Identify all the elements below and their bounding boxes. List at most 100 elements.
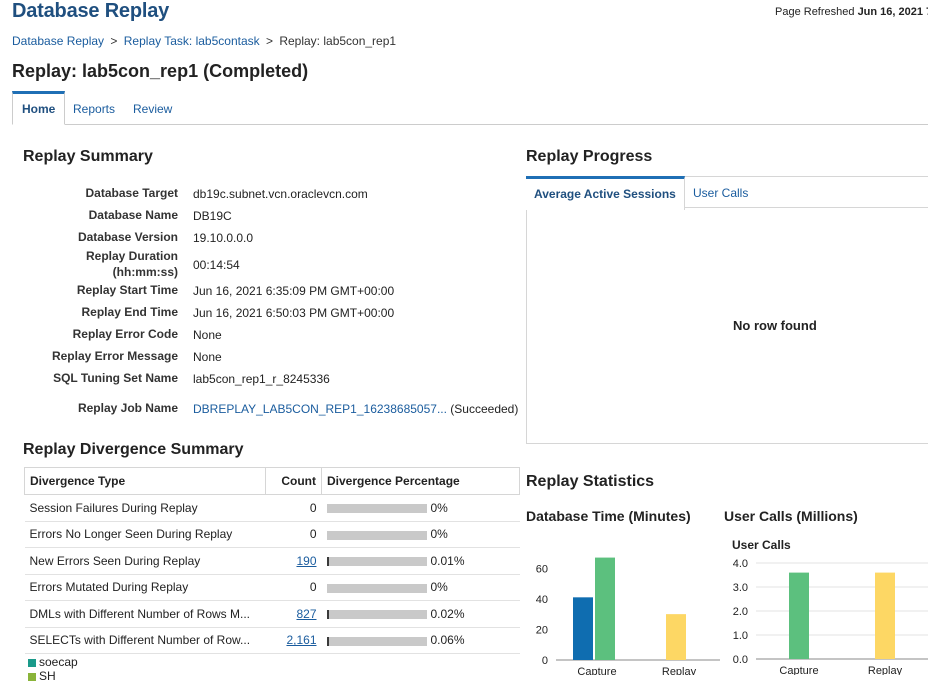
- database-time-chart-title: Database Time (Minutes): [526, 508, 691, 524]
- summary-label-replay-start-time: Replay Start Time: [76, 283, 178, 297]
- col-header-count[interactable]: Count: [265, 467, 322, 495]
- y-tick-label: 4.0: [733, 558, 748, 570]
- col-header-divergence-percentage[interactable]: Divergence Percentage: [321, 467, 520, 495]
- breadcrumb-current: Replay: lab5con_rep1: [279, 34, 397, 48]
- summary-label-replay-duration-unit: (hh:mm:ss): [112, 265, 178, 279]
- table-row: SELECTs with Different Number of Row... 2…: [24, 627, 520, 654]
- table-row: Errors Mutated During Replay 0 0%: [24, 574, 520, 601]
- progress-tab-divider: [684, 207, 928, 208]
- summary-label-replay-end-time: Replay End Time: [81, 305, 178, 319]
- main-tabs: Home Reports Review: [12, 91, 928, 125]
- page-refreshed-label: Page Refreshed: [775, 6, 855, 18]
- count-cell: 190: [265, 547, 322, 575]
- legend-swatch: [28, 658, 36, 667]
- replay-error-message-value: None: [193, 350, 222, 364]
- divergence-type-cell: SELECTs with Different Number of Row...: [24, 627, 266, 654]
- legend-item-sh: SH: [28, 669, 78, 683]
- replay-duration-value: 00:14:54: [193, 258, 240, 272]
- legend-label: SH: [39, 669, 56, 683]
- y-tick-label: 2.0: [733, 606, 748, 618]
- table-row: Errors No Longer Seen During Replay 0 0%: [24, 521, 520, 548]
- divergence-type-cell: Errors No Longer Seen During Replay: [24, 521, 266, 548]
- app-title: Database Replay: [12, 0, 170, 22]
- breadcrumb-separator: >: [265, 34, 273, 48]
- tab-average-active-sessions[interactable]: Average Active Sessions: [526, 176, 685, 210]
- percentage-bar-fill: [326, 636, 329, 646]
- legend-label: soecap: [39, 655, 78, 669]
- divergence-percentage-cell: 0%: [321, 494, 520, 522]
- tab-home[interactable]: Home: [12, 91, 66, 125]
- count-cell: 2,161: [265, 627, 322, 654]
- divergence-percentage-cell: 0.06%: [321, 627, 520, 654]
- percentage-bar: [326, 504, 427, 514]
- bar: [595, 557, 615, 660]
- replay-job-name: DBREPLAY_LAB5CON_REP1_16238685057... (Su…: [193, 402, 518, 416]
- y-tick-label: 0: [542, 655, 548, 667]
- percentage-bar: [326, 530, 427, 540]
- replay-summary-title: Replay Summary: [23, 148, 153, 165]
- divergence-type-cell: Errors Mutated During Replay: [24, 574, 266, 601]
- y-tick-label: 3.0: [733, 582, 748, 594]
- divergence-type-cell: New Errors Seen During Replay: [24, 547, 266, 575]
- replay-end-time-value: Jun 16, 2021 6:50:03 PM GMT+00:00: [193, 306, 395, 320]
- percentage-value: 0%: [430, 580, 448, 595]
- user-calls-inner-title: User Calls: [732, 538, 791, 552]
- breadcrumb-database-replay[interactable]: Database Replay: [12, 34, 104, 48]
- percentage-bar: [326, 557, 427, 567]
- count-cell: 827: [265, 600, 322, 628]
- count-link[interactable]: 2,161: [286, 633, 316, 647]
- legend-item-soecap: soecap: [28, 655, 78, 669]
- y-tick-label: 60: [536, 563, 548, 575]
- count-cell: 0: [265, 521, 322, 548]
- tab-reports[interactable]: Reports: [64, 91, 124, 123]
- database-name-value: DB19C: [193, 209, 232, 223]
- col-header-divergence-type[interactable]: Divergence Type: [24, 467, 266, 495]
- replay-progress-panel: [526, 176, 928, 444]
- breadcrumb: Database Replay > Replay Task: lab5conta…: [12, 34, 396, 48]
- count-cell: 0: [265, 574, 322, 601]
- replay-progress-title: Replay Progress: [526, 148, 653, 165]
- breadcrumb-separator: >: [110, 34, 118, 48]
- divergence-summary-title: Replay Divergence Summary: [23, 441, 244, 458]
- y-tick-label: 0.0: [733, 654, 748, 666]
- percentage-value: 0.02%: [430, 606, 465, 621]
- summary-label-database-target: Database Target: [85, 186, 178, 200]
- count-value: 0: [309, 527, 317, 542]
- count-link[interactable]: 190: [296, 554, 316, 568]
- legend-swatch: [28, 672, 36, 681]
- percentage-bar-fill: [326, 610, 329, 620]
- bar: [789, 572, 809, 659]
- replay-job-name-link[interactable]: DBREPLAY_LAB5CON_REP1_16238685057...: [193, 402, 447, 416]
- bar: [573, 597, 593, 660]
- count-link[interactable]: 827: [296, 607, 316, 621]
- tab-user-calls[interactable]: User Calls: [685, 176, 756, 207]
- summary-label-replay-error-message: Replay Error Message: [51, 349, 178, 363]
- tab-review[interactable]: Review: [124, 91, 181, 123]
- table-row: New Errors Seen During Replay 190 0.01%: [24, 547, 520, 575]
- y-tick-label: 40: [536, 594, 548, 606]
- percentage-bar: [326, 636, 427, 646]
- divergence-percentage-cell: 0%: [321, 521, 520, 548]
- count-value: 0: [309, 500, 317, 515]
- table-row: DMLs with Different Number of Rows M... 8…: [24, 600, 520, 628]
- percentage-bar: [326, 583, 427, 593]
- summary-label-database-version: Database Version: [77, 230, 178, 244]
- user-calls-chart: 0.0 1.0 2.0 3.0 4.0 Capture Replay: [733, 558, 928, 675]
- table-row: Session Failures During Replay 0 0%: [24, 494, 520, 522]
- y-tick-label: 20: [536, 624, 548, 636]
- divergence-percentage-cell: 0.01%: [321, 547, 520, 575]
- sql-tuning-set-value: lab5con_rep1_r_8245336: [193, 372, 330, 386]
- x-tick-label: Capture: [577, 666, 616, 675]
- summary-label-replay-duration: Replay Duration: [85, 249, 178, 263]
- database-target-link[interactable]: db19c.subnet.vcn.oraclevcn.com: [193, 187, 368, 201]
- divergence-percentage-cell: 0%: [321, 574, 520, 601]
- percentage-value: 0%: [430, 527, 448, 542]
- database-time-chart: 0 20 40 60 Capture Replay: [536, 557, 720, 675]
- summary-label-replay-error-code: Replay Error Code: [72, 327, 178, 341]
- divergence-type-cell: Session Failures During Replay: [24, 494, 266, 522]
- breadcrumb-replay-task[interactable]: Replay Task: lab5contask: [124, 34, 260, 48]
- percentage-value: 0.06%: [430, 633, 465, 648]
- summary-label-database-name: Database Name: [88, 208, 178, 222]
- replay-statistics-title: Replay Statistics: [526, 473, 655, 490]
- chart-legend: soecap SH: [28, 655, 78, 683]
